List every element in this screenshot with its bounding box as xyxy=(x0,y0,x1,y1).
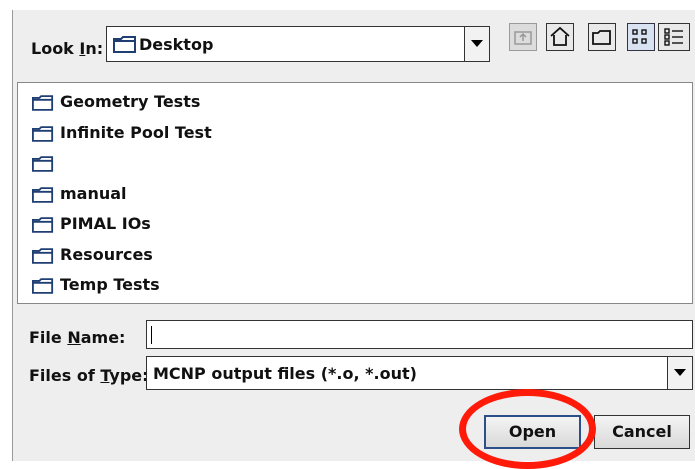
file-type-dropdown-button[interactable] xyxy=(667,357,692,389)
file-name-input[interactable] xyxy=(146,320,693,349)
up-one-level-button[interactable] xyxy=(509,23,537,51)
home-button[interactable] xyxy=(546,23,574,51)
list-item[interactable]: PIMAL IOs xyxy=(18,211,618,237)
look-in-combo[interactable]: Desktop xyxy=(106,26,490,62)
folder-icon xyxy=(32,95,54,111)
look-in-label: Look In: xyxy=(31,39,104,58)
file-name-label: File Name: xyxy=(29,328,126,347)
list-item-label: Temp Tests xyxy=(60,275,160,294)
cancel-button[interactable]: Cancel xyxy=(594,415,690,449)
home-icon xyxy=(550,26,570,46)
folder-icon xyxy=(113,36,136,53)
text-caret xyxy=(151,326,152,344)
list-item-label: PIMAL IOs xyxy=(60,214,151,233)
folder-icon xyxy=(32,186,54,203)
list-item-label: Geometry Tests xyxy=(60,92,201,111)
list-item[interactable]: Infinite Pool Test xyxy=(18,120,618,146)
folder-icon xyxy=(32,217,54,233)
list-item[interactable] xyxy=(18,150,618,176)
details-view-icon xyxy=(664,28,683,46)
file-type-combo[interactable]: MCNP output files (*.o, *.out) xyxy=(146,356,693,390)
file-list[interactable]: Geometry Tests Infinite Pool Test manual PI… xyxy=(17,82,693,304)
file-type-value: MCNP output files (*.o, *.out) xyxy=(153,364,417,383)
look-in-value: Desktop xyxy=(139,35,214,54)
look-in-dropdown-button[interactable] xyxy=(464,27,489,61)
new-folder-button[interactable] xyxy=(588,23,616,51)
open-button[interactable]: Open xyxy=(484,415,581,449)
up-one-level-icon xyxy=(514,31,532,45)
folder-icon xyxy=(32,247,54,264)
list-item-label: Resources xyxy=(60,244,153,264)
list-item[interactable]: Geometry Tests xyxy=(18,89,618,115)
list-view-button[interactable] xyxy=(627,23,655,51)
chevron-down-icon xyxy=(674,369,686,376)
list-view-icon xyxy=(632,29,647,44)
list-item[interactable]: Temp Tests xyxy=(18,272,618,298)
list-item-label: Infinite Pool Test xyxy=(60,122,212,142)
chevron-down-icon xyxy=(471,40,483,47)
folder-icon xyxy=(32,278,54,294)
file-type-label: Files of Type: xyxy=(29,366,149,385)
folder-icon xyxy=(32,125,54,142)
list-item[interactable]: Resources xyxy=(18,242,618,268)
list-item[interactable]: manual xyxy=(18,181,618,207)
folder-icon xyxy=(32,156,54,172)
details-view-button[interactable] xyxy=(658,23,690,51)
new-folder-icon xyxy=(592,30,611,45)
list-item-label: manual xyxy=(60,183,127,203)
